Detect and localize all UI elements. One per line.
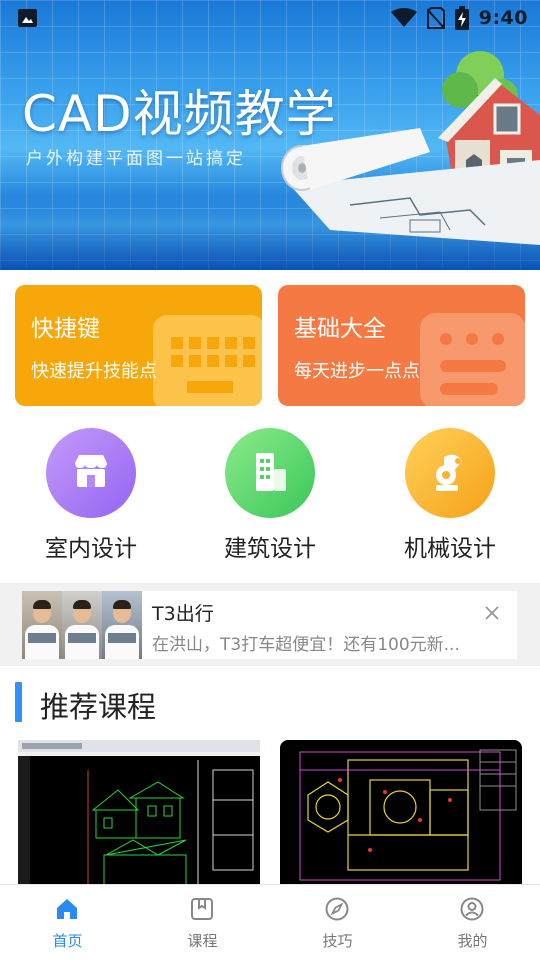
home-icon <box>57 899 77 919</box>
recommend-title: 推荐课程 <box>40 690 157 724</box>
course-card-thumbnail[interactable] <box>18 740 260 885</box>
ad-title: T3出行 <box>152 603 214 625</box>
chat-bubble-icon <box>420 313 525 406</box>
category-mechanical-design[interactable]: 机械设计 <box>379 428 519 568</box>
compass-icon <box>325 897 349 921</box>
tab-tips-label: 技巧 <box>322 932 353 950</box>
ad-image <box>22 591 142 659</box>
ad-section: T3出行 在洪山，T3打车超便宜！还有100元新... <box>0 583 540 666</box>
tab-tips[interactable]: 技巧 <box>270 885 405 960</box>
course-card-thumbnail[interactable] <box>280 740 522 885</box>
banner-subtitle: 户外构建平面图一站搞定 <box>26 149 246 169</box>
basics-card-title: 基础大全 <box>294 316 386 342</box>
user-icon <box>460 897 484 921</box>
tab-profile[interactable]: 我的 <box>405 885 540 960</box>
category-mechanical-label: 机械设计 <box>404 536 496 562</box>
close-icon[interactable] <box>483 604 501 622</box>
battery-charging-icon <box>454 6 469 30</box>
bottom-tab-bar: 首页 课程 技巧 我的 <box>0 884 540 960</box>
no-sim-icon <box>426 7 445 29</box>
hero-banner[interactable]: CAD视频教学 户外构建平面图一站搞定 <box>0 0 540 270</box>
shortcut-card-title: 快捷键 <box>31 316 100 342</box>
robot-arm-icon <box>405 428 495 518</box>
tab-home[interactable]: 首页 <box>0 885 135 960</box>
status-time: 9:40 <box>478 7 528 29</box>
section-accent-bar <box>15 682 22 722</box>
category-interior-design[interactable]: 室内设计 <box>20 428 160 568</box>
category-interior-label: 室内设计 <box>45 536 137 562</box>
tab-profile-label: 我的 <box>457 932 488 950</box>
keyboard-icon <box>153 315 262 406</box>
tab-courses-label: 课程 <box>187 932 218 950</box>
house-blueprint-illustration <box>281 51 540 245</box>
shortcut-card-subtitle: 快速提升技能点 <box>31 361 157 382</box>
ad-subtitle: 在洪山，T3打车超便宜！还有100元新... <box>152 635 460 655</box>
status-bar: 9:40 <box>0 0 540 36</box>
shortcut-card[interactable]: 快捷键 快速提升技能点 <box>15 285 262 406</box>
category-grid: 室内设计 建筑设计 机械设计 <box>0 428 540 568</box>
tab-courses[interactable]: 课程 <box>135 885 270 960</box>
wifi-icon <box>390 8 417 27</box>
basics-card[interactable]: 基础大全 每天进步一点点 <box>278 285 525 406</box>
feature-cards: 快捷键 快速提升技能点 基础大全 每天进步一点点 <box>15 285 525 406</box>
tab-home-label: 首页 <box>52 932 83 950</box>
category-architecture-label: 建筑设计 <box>224 536 316 562</box>
course-list <box>18 740 522 885</box>
ad-banner[interactable]: T3出行 在洪山，T3打车超便宜！还有100元新... <box>22 591 517 659</box>
image-icon <box>18 9 37 27</box>
storefront-icon <box>46 428 136 518</box>
book-icon <box>191 898 213 920</box>
basics-card-subtitle: 每天进步一点点 <box>294 361 420 382</box>
category-architecture-design[interactable]: 建筑设计 <box>199 428 339 568</box>
building-icon <box>225 428 315 518</box>
